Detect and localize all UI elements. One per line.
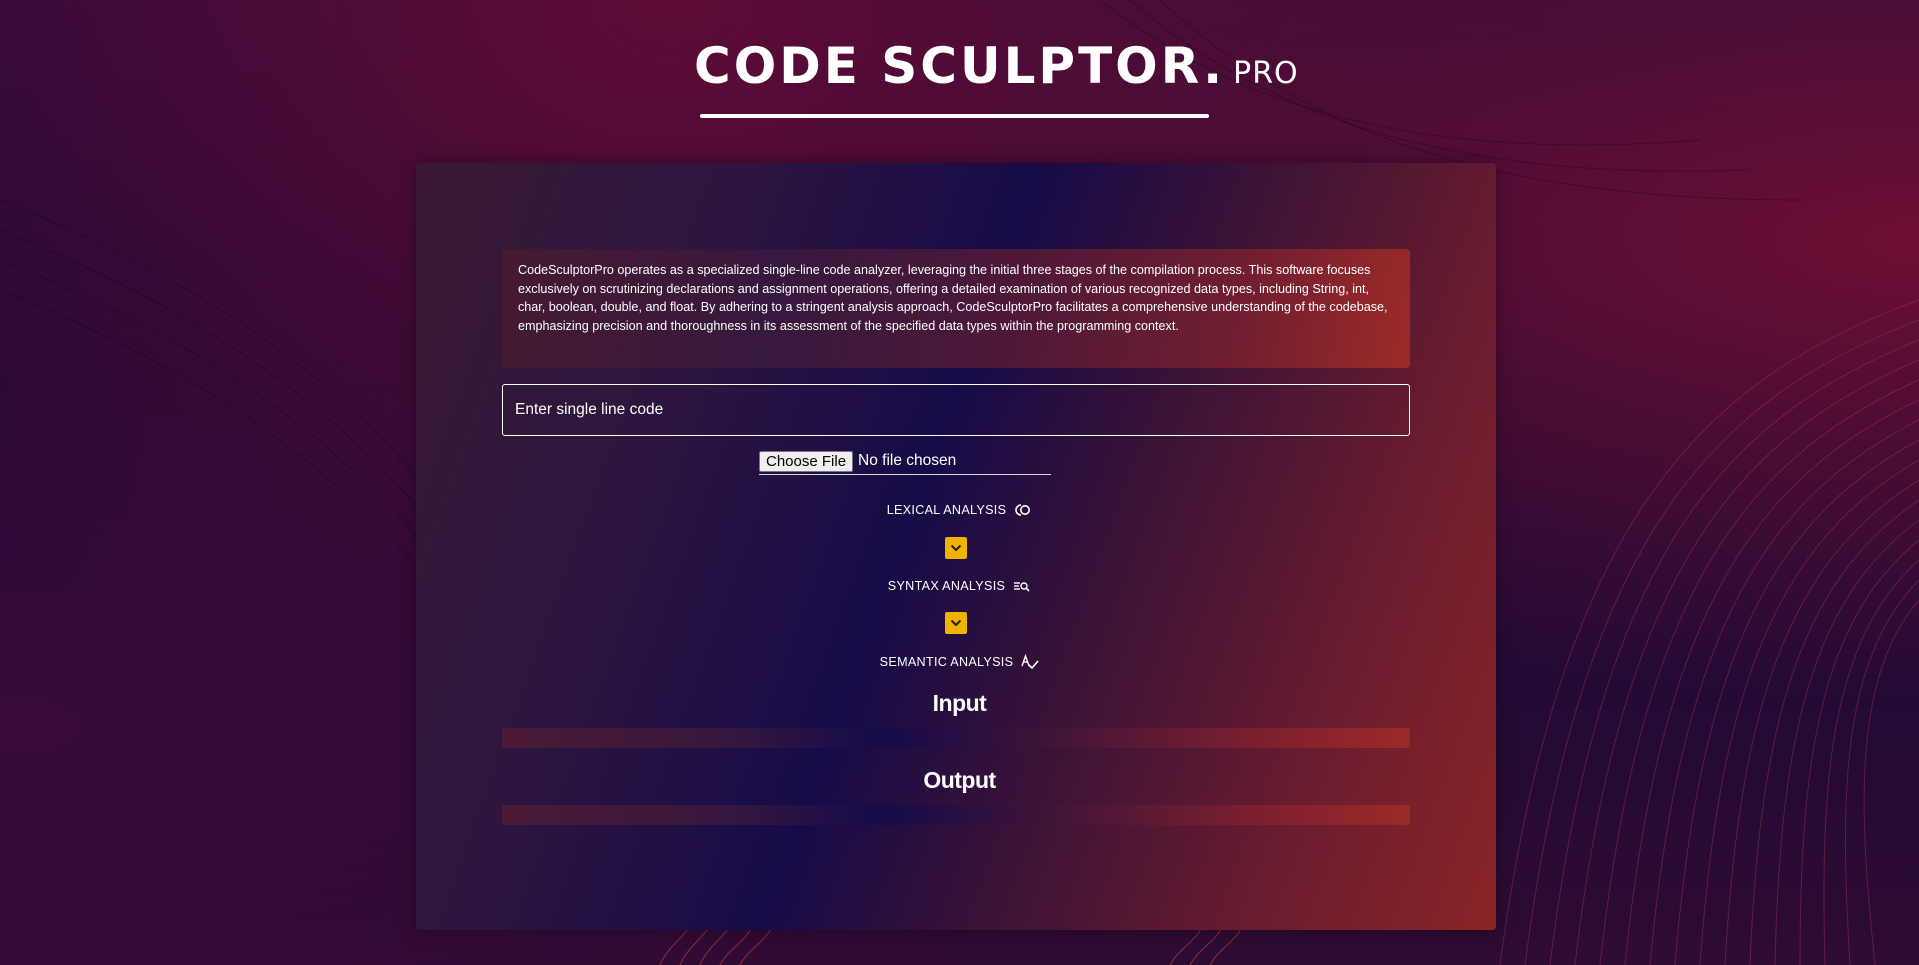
app-description: CodeSculptorPro operates as a specialize…: [502, 249, 1410, 368]
chevron-down-icon: [945, 612, 967, 634]
syntax-analysis-row: SYNTAX ANALYSIS: [0, 578, 1919, 594]
chevron-down-icon: [945, 537, 967, 559]
site-header: CODE SCULPTOR. PRO: [0, 0, 1919, 140]
lexical-analysis-button[interactable]: LEXICAL ANALYSIS: [887, 502, 1033, 518]
lexical-analysis-label: LEXICAL ANALYSIS: [886, 503, 1007, 517]
syntax-search-icon: [1014, 582, 1030, 592]
lexical-analysis-icon: [1015, 504, 1031, 516]
input-heading: Input: [932, 690, 987, 716]
output-heading: Output: [923, 767, 996, 793]
semantic-analysis-row: SEMANTIC ANALYSIS: [0, 654, 1919, 670]
logo-wordmark: CODE SCULPTOR.: [694, 37, 1226, 95]
spellcheck-icon: [1021, 654, 1039, 670]
logo-suffix: PRO: [1233, 56, 1299, 91]
choose-file-button[interactable]: Choose File: [759, 450, 854, 472]
syntax-analysis-label: SYNTAX ANALYSIS: [887, 579, 1006, 593]
logo-underline: [700, 114, 1209, 118]
input-display: [502, 728, 1410, 748]
code-input[interactable]: [502, 384, 1410, 436]
output-display: [502, 805, 1410, 825]
file-status: No file chosen: [858, 452, 957, 469]
syntax-analysis-button[interactable]: SYNTAX ANALYSIS: [888, 578, 1031, 594]
semantic-analysis-label: SEMANTIC ANALYSIS: [879, 655, 1014, 669]
lexical-analysis-row: LEXICAL ANALYSIS: [0, 502, 1919, 518]
app-logo[interactable]: CODE SCULPTOR. PRO: [694, 36, 1299, 96]
semantic-analysis-button[interactable]: SEMANTIC ANALYSIS: [880, 654, 1040, 670]
file-upload: Choose File No file chosen: [759, 448, 1051, 475]
